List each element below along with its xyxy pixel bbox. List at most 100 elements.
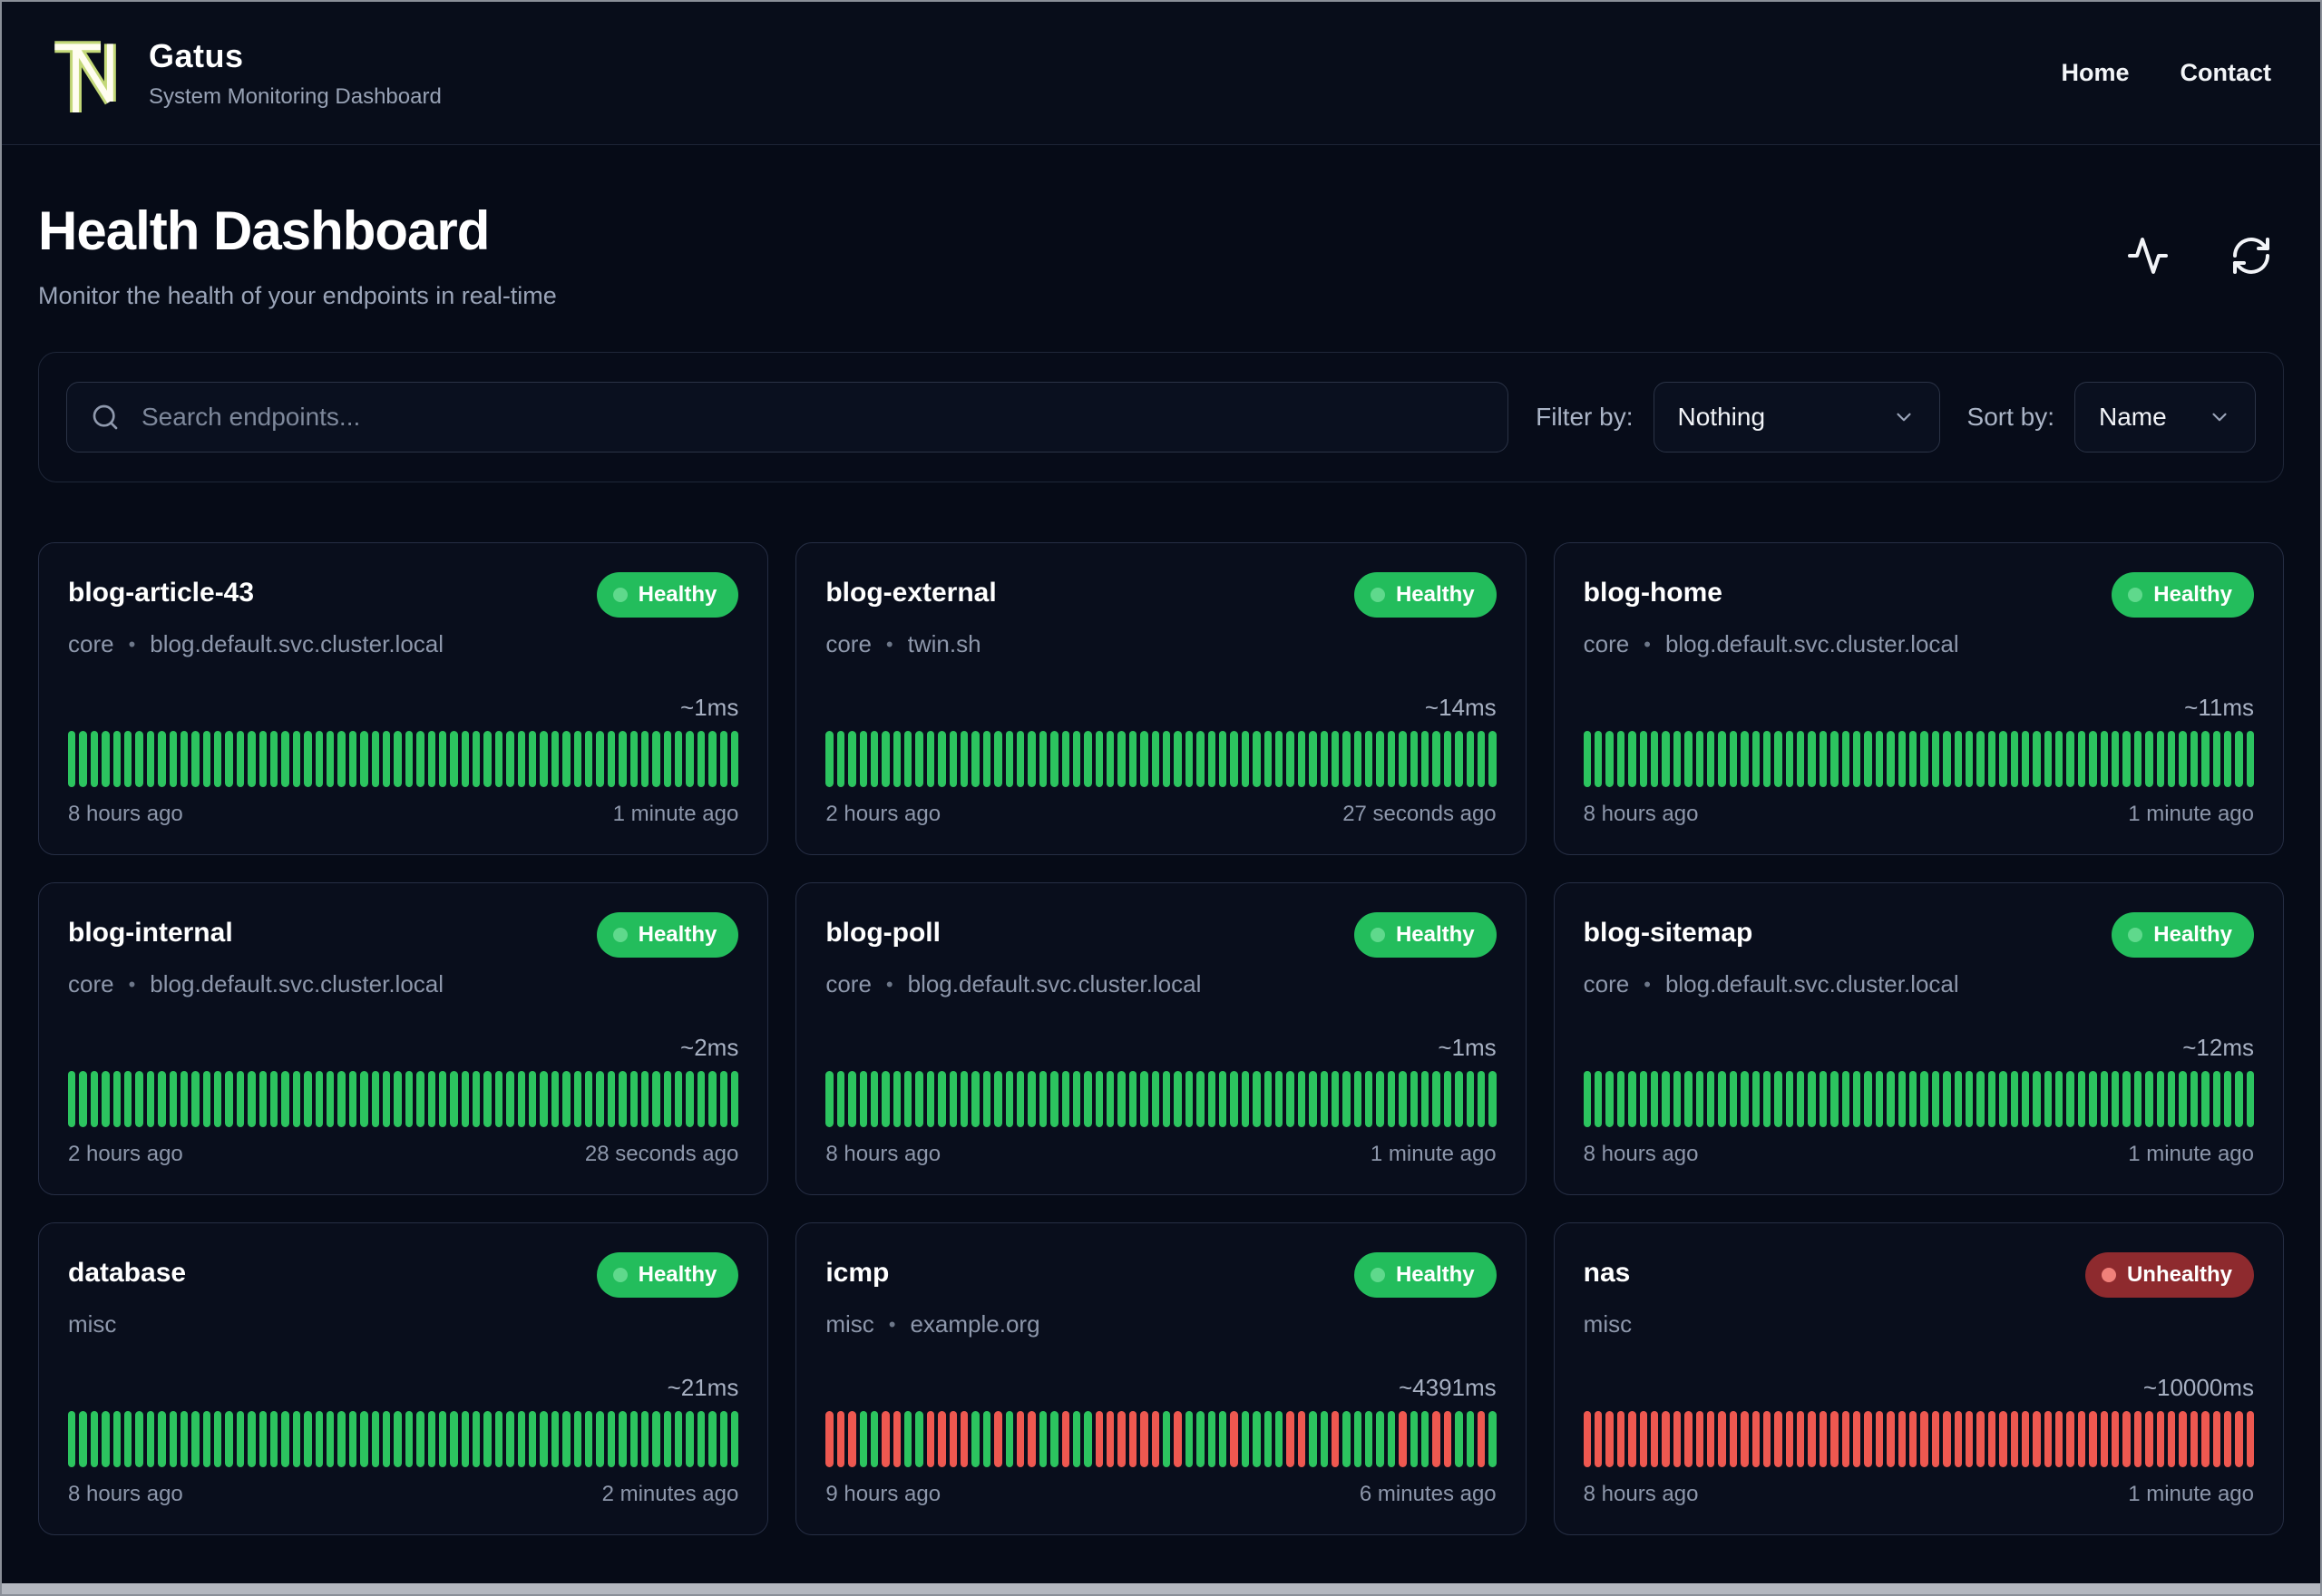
uptime-bar[interactable] xyxy=(90,731,99,787)
uptime-bar[interactable] xyxy=(461,731,470,787)
uptime-bar[interactable] xyxy=(652,1411,660,1467)
uptime-bar[interactable] xyxy=(1061,1411,1069,1467)
uptime-bar[interactable] xyxy=(1196,1411,1205,1467)
uptime-bar[interactable] xyxy=(1684,1071,1693,1127)
uptime-bar[interactable] xyxy=(1286,731,1294,787)
uptime-bar[interactable] xyxy=(2212,731,2220,787)
uptime-bar[interactable] xyxy=(1072,1411,1081,1467)
uptime-bar[interactable] xyxy=(214,1411,222,1467)
uptime-bar[interactable] xyxy=(1943,731,1951,787)
uptime-bar[interactable] xyxy=(1117,1411,1126,1467)
uptime-bar[interactable] xyxy=(1263,1411,1272,1467)
uptime-bar[interactable] xyxy=(2223,731,2232,787)
uptime-bar[interactable] xyxy=(2112,1411,2120,1467)
uptime-bar[interactable] xyxy=(1365,731,1373,787)
uptime-bar[interactable] xyxy=(1207,731,1215,787)
uptime-bar[interactable] xyxy=(1163,1071,1171,1127)
uptime-bar[interactable] xyxy=(573,731,581,787)
uptime-bar[interactable] xyxy=(1185,731,1194,787)
uptime-bar[interactable] xyxy=(1028,1071,1036,1127)
uptime-bar[interactable] xyxy=(926,1071,935,1127)
uptime-bar[interactable] xyxy=(483,1071,492,1127)
uptime-bar[interactable] xyxy=(1455,1071,1463,1127)
uptime-bar[interactable] xyxy=(135,1071,143,1127)
uptime-bar[interactable] xyxy=(337,1071,346,1127)
uptime-bar[interactable] xyxy=(540,1071,548,1127)
uptime-bar[interactable] xyxy=(236,1071,245,1127)
uptime-bar[interactable] xyxy=(2077,731,2086,787)
uptime-bar[interactable] xyxy=(825,731,834,787)
uptime-bar[interactable] xyxy=(982,731,991,787)
uptime-bar[interactable] xyxy=(2190,731,2199,787)
endpoint-card[interactable]: blog-external Healthy core • twin.sh ~14… xyxy=(795,542,1527,855)
uptime-bar[interactable] xyxy=(2133,1071,2142,1127)
uptime-bar[interactable] xyxy=(180,1411,189,1467)
uptime-bar[interactable] xyxy=(259,731,268,787)
uptime-bar[interactable] xyxy=(882,731,890,787)
uptime-bar[interactable] xyxy=(1965,1071,1974,1127)
uptime-bar[interactable] xyxy=(2021,1411,2030,1467)
uptime-bar[interactable] xyxy=(2179,1071,2187,1127)
uptime-bar[interactable] xyxy=(1605,1071,1614,1127)
uptime-bar[interactable] xyxy=(1908,731,1917,787)
uptime-bar[interactable] xyxy=(214,1071,222,1127)
uptime-bar[interactable] xyxy=(949,1411,958,1467)
uptime-bar[interactable] xyxy=(1466,731,1474,787)
uptime-bar[interactable] xyxy=(686,731,694,787)
uptime-bar[interactable] xyxy=(1253,1411,1261,1467)
uptime-bar[interactable] xyxy=(1875,1071,1884,1127)
uptime-bar[interactable] xyxy=(882,1411,890,1467)
uptime-bar[interactable] xyxy=(292,1071,301,1127)
uptime-bar[interactable] xyxy=(1808,1071,1816,1127)
uptime-bar[interactable] xyxy=(1399,1071,1407,1127)
uptime-bar[interactable] xyxy=(146,731,155,787)
uptime-bar[interactable] xyxy=(1410,1071,1419,1127)
uptime-bar[interactable] xyxy=(697,1411,706,1467)
uptime-bar[interactable] xyxy=(1376,1071,1384,1127)
uptime-bar[interactable] xyxy=(1050,1411,1059,1467)
uptime-bar[interactable] xyxy=(1387,731,1396,787)
endpoint-card[interactable]: blog-sitemap Healthy core • blog.default… xyxy=(1553,882,2284,1195)
uptime-bar[interactable] xyxy=(68,731,76,787)
uptime-bar[interactable] xyxy=(1718,1071,1726,1127)
uptime-bar[interactable] xyxy=(640,1411,649,1467)
uptime-bar[interactable] xyxy=(2100,731,2109,787)
uptime-bar[interactable] xyxy=(1207,1071,1215,1127)
uptime-bar[interactable] xyxy=(79,1411,87,1467)
uptime-bar[interactable] xyxy=(1320,1411,1328,1467)
uptime-bar[interactable] xyxy=(1718,731,1726,787)
uptime-bar[interactable] xyxy=(1605,1411,1614,1467)
uptime-bar[interactable] xyxy=(304,1071,312,1127)
uptime-bar[interactable] xyxy=(1095,1071,1104,1127)
uptime-bar[interactable] xyxy=(79,731,87,787)
uptime-bar[interactable] xyxy=(2167,1411,2176,1467)
uptime-bar[interactable] xyxy=(1084,1071,1092,1127)
uptime-bar[interactable] xyxy=(1174,1071,1182,1127)
uptime-bar[interactable] xyxy=(1140,1411,1148,1467)
uptime-bar[interactable] xyxy=(1706,1071,1715,1127)
uptime-bar[interactable] xyxy=(1987,731,1996,787)
uptime-bar[interactable] xyxy=(1887,731,1895,787)
uptime-bar[interactable] xyxy=(1117,731,1126,787)
uptime-bar[interactable] xyxy=(438,1411,447,1467)
uptime-bar[interactable] xyxy=(1061,731,1069,787)
uptime-bar[interactable] xyxy=(1005,731,1013,787)
uptime-bar[interactable] xyxy=(1151,1411,1160,1467)
uptime-bar[interactable] xyxy=(2156,731,2164,787)
uptime-bar[interactable] xyxy=(438,731,447,787)
uptime-bar[interactable] xyxy=(1140,1071,1148,1127)
uptime-bar[interactable] xyxy=(405,731,414,787)
uptime-bar[interactable] xyxy=(1309,1411,1317,1467)
uptime-bar[interactable] xyxy=(1605,731,1614,787)
uptime-bar[interactable] xyxy=(652,1071,660,1127)
uptime-bar[interactable] xyxy=(1695,1411,1703,1467)
uptime-bar[interactable] xyxy=(961,1071,969,1127)
uptime-bar[interactable] xyxy=(146,1411,155,1467)
uptime-bar[interactable] xyxy=(1762,1071,1771,1127)
uptime-bar[interactable] xyxy=(461,1071,470,1127)
uptime-bar[interactable] xyxy=(1432,1071,1440,1127)
uptime-bar[interactable] xyxy=(719,1071,728,1127)
uptime-bar[interactable] xyxy=(112,1071,121,1127)
uptime-bar[interactable] xyxy=(394,731,402,787)
uptime-bar[interactable] xyxy=(1005,1411,1013,1467)
